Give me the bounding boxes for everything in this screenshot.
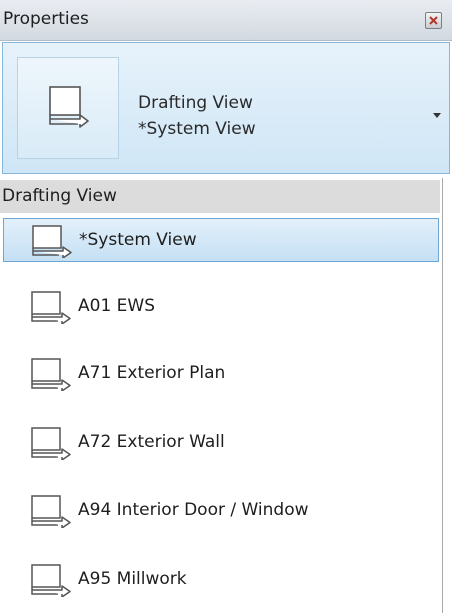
- drafting-view-icon: [31, 358, 71, 391]
- list-item-label: A94 Interior Door / Window: [78, 500, 309, 520]
- type-preview: [17, 57, 119, 159]
- group-header-label: Drafting View: [2, 186, 117, 206]
- drafting-view-icon: [31, 495, 71, 528]
- type-family-label: Drafting View: [138, 93, 253, 113]
- drafting-view-icon: [31, 564, 71, 597]
- list-item-a72-exterior-wall[interactable]: A72 Exterior Wall: [3, 421, 439, 465]
- group-header: Drafting View: [0, 180, 440, 213]
- list-item-label: A72 Exterior Wall: [78, 432, 225, 452]
- list-item-label: A71 Exterior Plan: [78, 363, 226, 383]
- list-item-a94-interior-door-window[interactable]: A94 Interior Door / Window: [3, 489, 439, 533]
- panel-title: Properties: [3, 9, 89, 29]
- drafting-view-icon: [49, 86, 89, 128]
- list-item-a71-exterior-plan[interactable]: A71 Exterior Plan: [3, 352, 439, 396]
- properties-palette: Properties Drafting View *System View Dr…: [0, 0, 452, 613]
- drafting-view-icon: [31, 427, 71, 460]
- drafting-view-icon: [31, 291, 71, 324]
- close-icon[interactable]: [425, 12, 442, 29]
- list-item-a95-millwork[interactable]: A95 Millwork: [3, 558, 439, 602]
- type-selector[interactable]: Drafting View *System View: [2, 42, 450, 174]
- type-name-label: *System View: [138, 119, 256, 139]
- drafting-view-icon: [32, 225, 72, 258]
- title-bar[interactable]: Properties: [0, 0, 452, 41]
- list-item-label: *System View: [79, 230, 197, 250]
- list-item-label: A01 EWS: [78, 296, 156, 316]
- chevron-down-icon[interactable]: [433, 113, 441, 118]
- list-item-system-view[interactable]: *System View: [3, 218, 439, 262]
- type-dropdown-list: Drafting View *System View A01 EWS A71 E…: [0, 178, 443, 613]
- list-item-a01-ews[interactable]: A01 EWS: [3, 285, 439, 329]
- list-item-label: A95 Millwork: [78, 569, 187, 589]
